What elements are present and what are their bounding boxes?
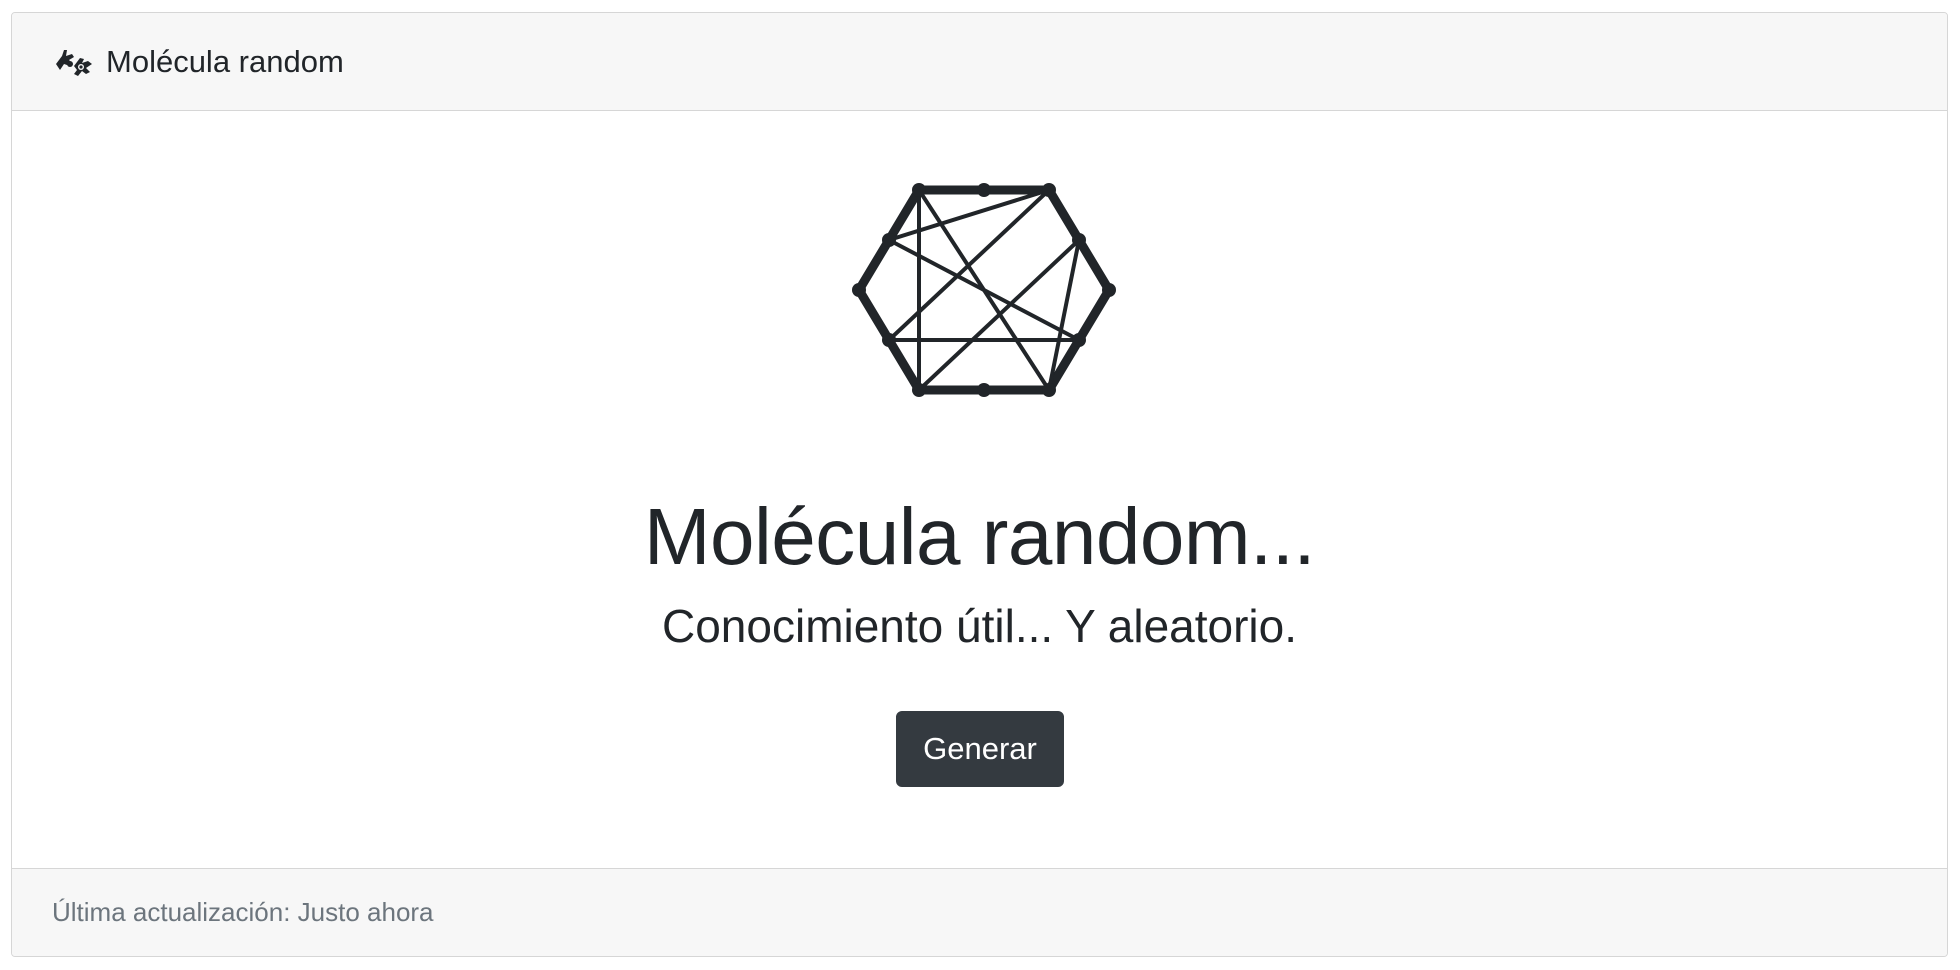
hexagon-molecule-graph-icon	[851, 183, 1116, 397]
card-footer: Última actualización: Justo ahora	[12, 868, 1947, 956]
sign-language-hands-icon	[52, 44, 96, 80]
main-title: Molécula random...	[643, 492, 1316, 581]
header-title: Molécula random	[106, 43, 344, 79]
last-updated-text: Última actualización: Justo ahora	[52, 897, 434, 927]
card-body: Molécula random... Conocimiento útil... …	[12, 111, 1947, 881]
card: Molécula random Molécula random... Conoc…	[11, 12, 1948, 957]
subtitle: Conocimiento útil... Y aleatorio.	[662, 600, 1297, 652]
generate-button[interactable]: Generar	[896, 711, 1064, 787]
card-header: Molécula random	[12, 13, 1947, 111]
